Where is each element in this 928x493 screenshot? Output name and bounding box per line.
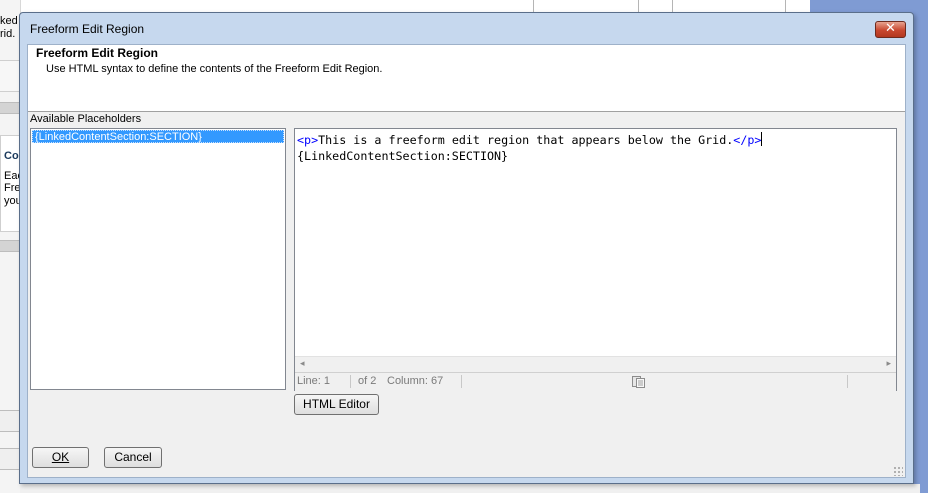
background-bottom-strip xyxy=(20,484,920,493)
html-code-editor[interactable]: <p>This is a freeform edit region that a… xyxy=(294,128,897,391)
background-text-2: rid. xyxy=(0,28,16,40)
header-title: Freeform Edit Region xyxy=(36,46,159,60)
html-editor-button[interactable]: HTML Editor xyxy=(294,394,379,415)
header-description: Use HTML syntax to define the contents o… xyxy=(46,63,383,75)
dialog-client-area: Freeform Edit Region Use HTML syntax to … xyxy=(27,44,906,478)
cancel-button-label: Cancel xyxy=(114,450,152,464)
horizontal-scrollbar[interactable]: ◂ ▸ xyxy=(295,356,896,373)
status-line-count: of 2 xyxy=(358,375,377,387)
scroll-left-icon[interactable]: ◂ xyxy=(300,359,305,369)
ok-button[interactable]: OK xyxy=(32,447,89,468)
freeform-edit-region-dialog: Freeform Edit Region ✕ Freeform Edit Reg… xyxy=(19,12,914,484)
background-panel-1 xyxy=(0,60,20,92)
text-caret xyxy=(761,132,763,146)
status-separator xyxy=(461,375,462,388)
background-heading: Co xyxy=(4,150,19,162)
code-open-tag: <p> xyxy=(297,133,319,147)
background-panel-3 xyxy=(0,410,20,432)
code-content[interactable]: <p>This is a freeform edit region that a… xyxy=(297,132,763,164)
background-separator-1 xyxy=(0,102,20,114)
status-separator xyxy=(847,375,848,388)
placeholders-list[interactable]: {LinkedContentSection:SECTION} xyxy=(30,128,286,390)
code-text: This is a freeform edit region that appe… xyxy=(318,133,734,147)
status-separator xyxy=(350,375,351,388)
resize-grip-icon[interactable] xyxy=(893,466,903,476)
placeholders-label: Available Placeholders xyxy=(30,113,142,125)
code-close-tag: </p> xyxy=(733,133,762,147)
editor-status-bar: Line: 1 of 2 Column: 67 xyxy=(295,372,896,391)
background-panel-4 xyxy=(0,448,20,470)
cancel-button[interactable]: Cancel xyxy=(104,447,162,468)
code-line-2: {LinkedContentSection:SECTION} xyxy=(297,149,509,163)
close-icon: ✕ xyxy=(885,21,896,36)
scroll-right-icon[interactable]: ▸ xyxy=(886,359,891,369)
dialog-header: Freeform Edit Region Use HTML syntax to … xyxy=(28,45,905,112)
status-column: Column: 67 xyxy=(387,375,444,387)
ok-button-label: OK xyxy=(51,450,70,464)
document-icon xyxy=(632,376,645,388)
dialog-title-bar[interactable]: Freeform Edit Region ✕ xyxy=(20,13,913,44)
background-separator-2 xyxy=(0,240,20,252)
placeholder-item[interactable]: {LinkedContentSection:SECTION} xyxy=(32,130,284,143)
close-button[interactable]: ✕ xyxy=(875,21,906,38)
status-line: Line: 1 xyxy=(297,375,331,387)
dialog-title: Freeform Edit Region xyxy=(30,22,145,36)
background-text-1: ked xyxy=(0,15,18,27)
